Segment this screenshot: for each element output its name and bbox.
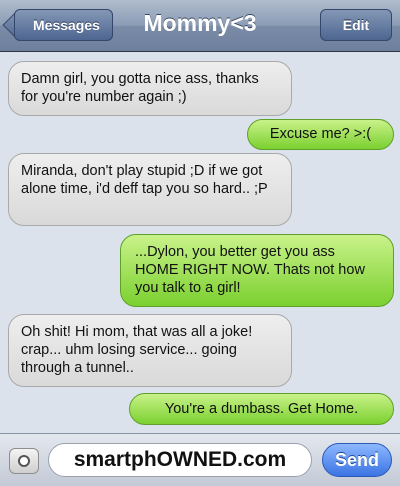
compose-bar: smartphOWNED.com Send [0, 433, 400, 486]
sent-message-bubble: ...Dylon, you better get you ass HOME RI… [120, 234, 394, 307]
navigation-bar: Messages Mommy<3 Edit [0, 0, 400, 52]
received-message-bubble: Damn girl, you gotta nice ass, thanks fo… [8, 61, 292, 116]
message-thread[interactable]: Damn girl, you gotta nice ass, thanks fo… [0, 52, 400, 433]
sent-message-bubble: Excuse me? >:( [247, 119, 394, 150]
send-button[interactable]: Send [322, 443, 392, 477]
received-message-bubble: Miranda, don't play stupid ;D if we got … [8, 153, 292, 226]
sent-message-bubble: You're a dumbass. Get Home. [129, 393, 394, 425]
camera-icon[interactable] [9, 448, 39, 474]
received-message-bubble: Oh shit! Hi mom, that was all a joke! cr… [8, 314, 292, 387]
message-input[interactable]: smartphOWNED.com [48, 443, 312, 477]
edit-button[interactable]: Edit [320, 9, 392, 41]
back-button[interactable]: Messages [14, 9, 113, 41]
